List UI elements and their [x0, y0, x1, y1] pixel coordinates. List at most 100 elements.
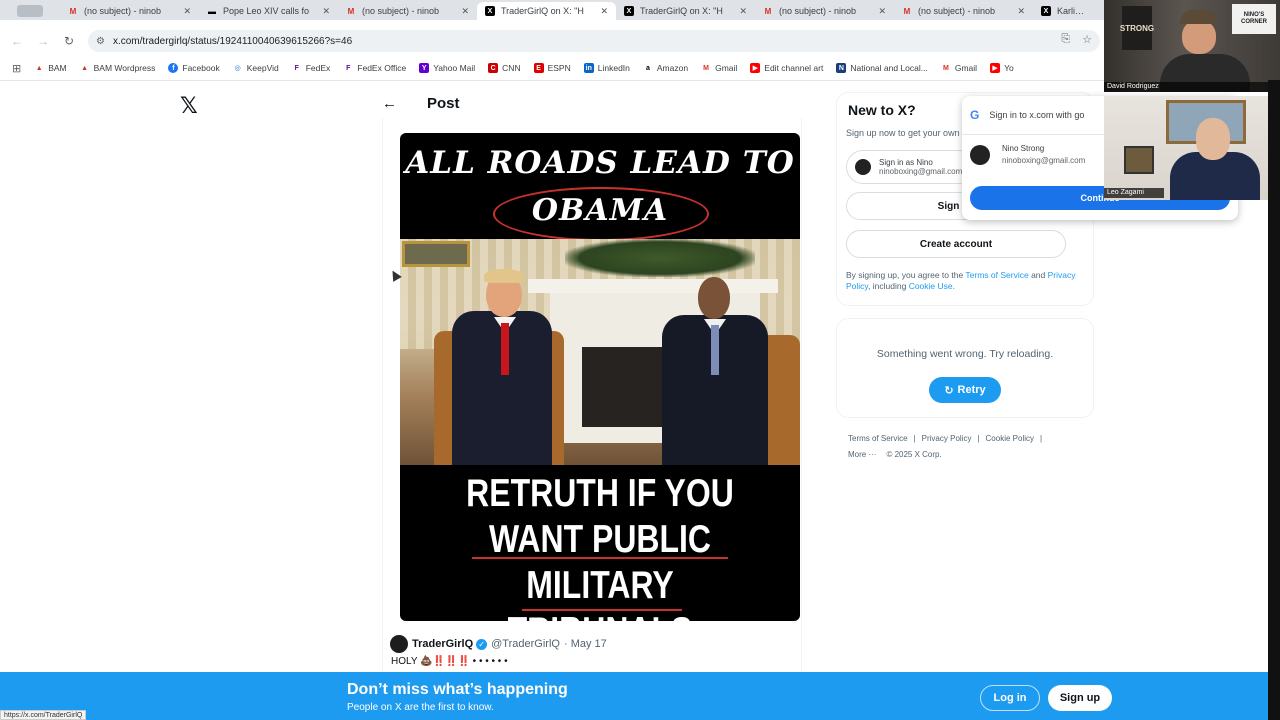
- bookmark-edit-channel-art[interactable]: ▶ Edit channel art: [750, 63, 823, 73]
- author-handle[interactable]: @TraderGirlQ: [491, 638, 560, 650]
- tab-3-active[interactable]: X TraderGirlQ on X: "H ✕: [477, 2, 616, 20]
- bookmark-national-local[interactable]: N National and Local...: [836, 63, 928, 73]
- tab-2[interactable]: M (no subject) - ninob ✕: [338, 2, 477, 20]
- host-face: [1182, 20, 1216, 54]
- legal-and: and: [1028, 270, 1048, 280]
- bookmark-bam[interactable]: ▲ BAM: [34, 63, 67, 73]
- google-account-name: Nino Strong: [1002, 144, 1045, 153]
- footer-privacy-link[interactable]: Privacy Policy: [922, 434, 972, 443]
- close-icon[interactable]: ✕: [600, 6, 608, 17]
- retry-label: Retry: [957, 384, 986, 396]
- more-link[interactable]: More ···: [848, 450, 876, 459]
- footer-cookie-link[interactable]: Cookie Policy: [986, 434, 1034, 443]
- right-edge-bar: [1268, 80, 1280, 720]
- bookmark-keepvid[interactable]: ◎ KeepVid: [233, 63, 279, 73]
- close-icon[interactable]: ✕: [739, 6, 747, 17]
- bookmark-gmail-2[interactable]: M Gmail: [941, 63, 977, 73]
- google-popup-header: G Sign in to x.com with go: [970, 108, 1084, 122]
- tweet-text: HOLY 💩‼️‼️‼️ • • • • • •: [391, 656, 508, 667]
- footer-terms-link[interactable]: Terms of Service: [848, 434, 908, 443]
- tab-title: TraderGirlQ on X: "H: [640, 6, 723, 16]
- wall-sign: STRONG: [1120, 6, 1154, 50]
- meme-top-text-2: OBAMA: [531, 193, 669, 228]
- bookmark-label: Yo: [1004, 63, 1014, 73]
- avatar[interactable]: [390, 635, 408, 653]
- bookmark-youtube[interactable]: ▶ Yo: [990, 63, 1014, 73]
- cookie-link[interactable]: Cookie Use.: [909, 281, 955, 291]
- bookmark-linkedin[interactable]: in LinkedIn: [583, 63, 630, 73]
- close-icon[interactable]: ✕: [1017, 6, 1025, 17]
- webcam-host: STRONG NINO'S CORNER David Rodriguez: [1104, 0, 1280, 92]
- linkedin-icon: in: [583, 63, 594, 73]
- bookmark-espn[interactable]: E ESPN: [533, 63, 571, 73]
- reload-icon[interactable]: ↻: [56, 34, 82, 48]
- bookmark-label: Facebook: [182, 63, 220, 73]
- meme-underline-2: [522, 609, 682, 611]
- bookmark-label: Amazon: [656, 63, 689, 73]
- bookmark-bam-wordpress[interactable]: ▲ BAM Wordpress: [80, 63, 155, 73]
- cnn-icon: C: [488, 63, 499, 73]
- gmail-icon: M: [703, 64, 709, 72]
- bookmark-cnn[interactable]: C CNN: [488, 63, 521, 73]
- close-icon[interactable]: ✕: [183, 6, 191, 17]
- tab-1[interactable]: ▬ Pope Leo XIV calls fo ✕: [199, 2, 338, 20]
- signup-subtitle: Sign up now to get your own: [846, 128, 960, 138]
- error-message: Something went wrong. Try reloading.: [876, 348, 1054, 360]
- site-info-icon[interactable]: ⚙: [96, 36, 105, 47]
- bookmark-label: FedEx: [305, 63, 331, 73]
- tab-group-button[interactable]: [0, 2, 60, 20]
- bookmark-label: LinkedIn: [597, 63, 630, 73]
- tab-5[interactable]: M (no subject) - ninob ✕: [755, 2, 894, 20]
- post-header: ← Post: [380, 90, 802, 116]
- bookmark-fedex-office[interactable]: F FedEx Office: [343, 63, 406, 73]
- meme-top-text: ALL ROADS LEAD TO: [405, 145, 795, 181]
- bookmark-gmail[interactable]: M Gmail: [701, 63, 737, 73]
- bookmark-star-icon[interactable]: ☆: [1082, 33, 1092, 46]
- tab-0[interactable]: M (no subject) - ninob ✕: [60, 2, 199, 20]
- bookmarks-bar: ⊞ ▲ BAM ▲ BAM Wordpress f Facebook ◎ KeepVid…: [0, 58, 1104, 78]
- bookmark-amazon[interactable]: a Amazon: [643, 63, 688, 73]
- terms-link[interactable]: Terms of Service: [965, 270, 1028, 280]
- left-man-tie: [501, 323, 509, 375]
- tab-4[interactable]: X TraderGirlQ on X: "H ✕: [616, 2, 755, 20]
- x-logo-icon[interactable]: 𝕏: [180, 93, 198, 119]
- close-icon[interactable]: ✕: [322, 6, 330, 17]
- login-button[interactable]: Log in: [980, 685, 1040, 711]
- retry-button[interactable]: ↻ Retry: [929, 377, 1001, 403]
- wall-frame-2: [1124, 146, 1154, 174]
- author-name[interactable]: TraderGirlQ: [412, 638, 473, 650]
- signup-button[interactable]: Sign up: [1048, 685, 1112, 711]
- bookmark-yahoo[interactable]: Y Yahoo Mail: [419, 63, 475, 73]
- back-icon[interactable]: ←: [4, 34, 30, 48]
- gmail-icon: M: [764, 6, 772, 16]
- bookmark-fedex[interactable]: F FedEx: [292, 63, 331, 73]
- yahoo-icon: Y: [419, 63, 430, 73]
- left-man-hair: [484, 269, 524, 283]
- error-card: [836, 318, 1094, 418]
- apps-icon[interactable]: ⊞: [12, 62, 21, 75]
- url-input[interactable]: ⚙ x.com/tradergirlq/status/1924110040639…: [88, 30, 1100, 52]
- post-image[interactable]: ALL ROADS LEAD TO OBAMA RETRUTH IF YOU W…: [400, 133, 800, 621]
- youtube-icon: ▶: [750, 63, 761, 73]
- meme-bottom-text: RETRUTH IF YOU WANT PUBLIC MILITARY TRIB…: [466, 472, 734, 621]
- bookmark-label: FedEx Office: [357, 63, 407, 73]
- bam-icon: ▲: [81, 64, 89, 72]
- status-url: https://x.com/TraderGirlQ: [0, 710, 87, 720]
- bookmark-facebook[interactable]: f Facebook: [168, 63, 220, 73]
- create-account-button[interactable]: Create account: [846, 230, 1066, 258]
- bookmark-label: CNN: [502, 63, 521, 73]
- google-account-row[interactable]: Nino Strong ninoboxing@gmail.com: [970, 144, 1085, 165]
- install-icon[interactable]: ⎘: [1061, 33, 1070, 46]
- forward-icon[interactable]: →: [30, 34, 56, 48]
- close-icon[interactable]: ✕: [461, 6, 469, 17]
- back-arrow-icon[interactable]: ←: [382, 95, 397, 112]
- tab-7[interactable]: X Karli Bo: [1033, 2, 1093, 20]
- tweet-date[interactable]: · May 17: [564, 638, 607, 650]
- footer-links-2: More ··· © 2025 X Corp.: [848, 450, 942, 459]
- legal-prefix: By signing up, you agree to the: [846, 270, 966, 280]
- tab-title: TraderGirlQ on X: "H: [501, 6, 584, 16]
- toolbar-divider: [0, 80, 1280, 81]
- amazon-icon: a: [645, 64, 650, 72]
- close-icon[interactable]: ✕: [878, 6, 886, 17]
- tab-6[interactable]: M (no subject) - ninob ✕: [894, 2, 1033, 20]
